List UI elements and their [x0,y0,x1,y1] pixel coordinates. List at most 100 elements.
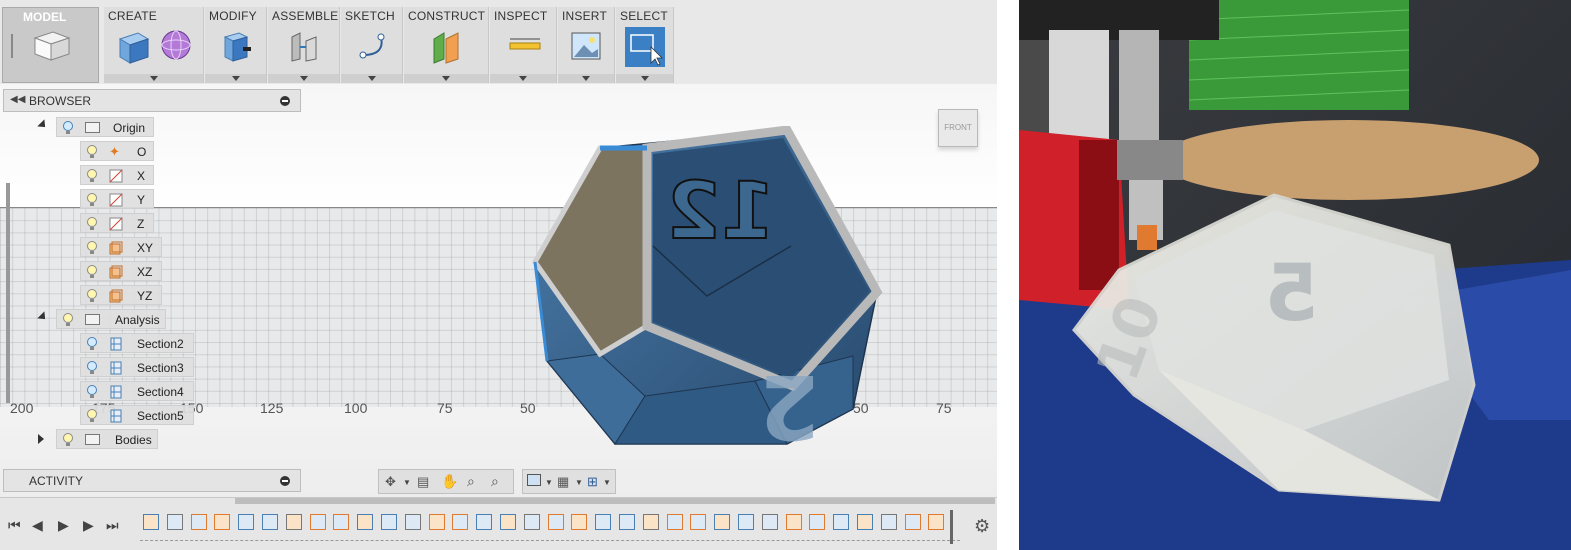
timeline-feature-icon[interactable] [333,514,350,530]
go-to-end-icon[interactable]: ⏭ [106,517,119,534]
visibility-bulb-icon[interactable] [63,121,73,134]
grid-dropdown-icon[interactable]: ▼ [575,478,583,487]
tree-node-y[interactable]: Y [80,189,154,209]
display-dropdown-icon[interactable]: ▼ [545,478,553,487]
tree-node-origin[interactable]: Origin [56,117,154,137]
visibility-bulb-icon[interactable] [87,217,97,230]
construct-menu[interactable]: CONSTRUCT [404,7,489,83]
modify-dropdown-arrow[interactable] [205,74,266,83]
timeline-feature-icon[interactable] [190,514,207,530]
timeline-feature-icon[interactable] [642,514,659,530]
tree-node-bodies[interactable]: Bodies [56,429,158,449]
select-menu[interactable]: SELECT [616,7,674,83]
insert-menu[interactable]: INSERT [558,7,615,83]
tree-node-section2[interactable]: Section2 [80,333,194,353]
timeline-feature-icon[interactable] [714,514,731,530]
assemble-dropdown-arrow[interactable] [268,74,339,83]
look-at-icon[interactable]: ▤ [417,474,429,490]
timeline-feature-icon[interactable] [928,514,945,530]
timeline-feature-icon[interactable] [595,514,612,530]
go-to-start-icon[interactable]: ⏮ [8,517,21,534]
timeline-feature-icon[interactable] [690,514,707,530]
timeline-feature-icon[interactable] [833,514,850,530]
offset-plane-icon[interactable] [430,29,464,65]
collapse-panel-icon[interactable]: ◀◀ [10,94,25,105]
timeline-feature-icon[interactable] [381,514,397,530]
orbit-dropdown-icon[interactable]: ▼ [403,478,411,487]
inspect-dropdown-arrow[interactable] [490,74,556,83]
timeline-feature-icon[interactable] [309,514,326,530]
insert-dropdown-arrow[interactable] [558,74,614,83]
timeline-feature-icon[interactable] [547,514,564,530]
tree-node-xz[interactable]: XZ [80,261,162,281]
timeline-feature-icon[interactable] [476,514,493,530]
visibility-bulb-icon[interactable] [87,385,97,398]
workspace-switcher-button[interactable]: MODEL [2,7,99,83]
zoom-icon[interactable]: ⌕ [467,473,475,490]
orbit-icon[interactable]: ✥ [385,474,396,490]
insert-image-icon[interactable] [570,31,602,61]
select-cursor-icon[interactable] [625,27,665,67]
select-dropdown-arrow[interactable] [616,74,673,83]
timeline-feature-icon[interactable] [761,514,778,530]
expand-panel-icon[interactable] [280,476,290,486]
grid-settings-icon[interactable]: ▦ [557,474,569,490]
timeline-feature-icon[interactable] [428,514,445,530]
timeline-settings-gear-icon[interactable]: ⚙ [974,516,990,537]
tree-node-o[interactable]: ✦ O [80,141,154,161]
inspect-menu[interactable]: INSPECT [490,7,557,83]
modify-menu[interactable]: MODIFY [205,7,267,83]
timeline-feature-icon[interactable] [214,514,231,530]
timeline-feature-icon[interactable] [262,514,278,530]
activity-panel-header[interactable]: ACTIVITY [3,469,301,492]
sketch-menu[interactable]: SKETCH [341,7,403,83]
viewports-icon[interactable]: ⊞ [587,474,598,490]
browser-panel-header[interactable]: ◀◀ BROWSER [3,89,301,112]
timeline-feature-icon[interactable] [880,514,897,530]
joint-icon[interactable] [288,29,322,63]
measure-icon[interactable] [508,37,542,53]
timeline-feature-icon[interactable] [238,514,255,530]
tree-node-xy[interactable]: XY [80,237,162,257]
timeline-feature-icon[interactable] [404,514,421,530]
timeline-feature-icon[interactable] [904,514,921,530]
visibility-bulb-icon[interactable] [87,169,97,182]
timeline-feature-icon[interactable] [500,514,516,530]
browser-scrollbar[interactable] [6,183,10,403]
pan-hand-icon[interactable]: ✋ [441,473,458,490]
step-forward-icon[interactable]: ▶ [58,517,69,534]
visibility-bulb-icon[interactable] [63,313,73,326]
play-icon[interactable]: ▶ [83,517,94,534]
tree-node-section4[interactable]: Section4 [80,381,194,401]
timeline-feature-icon[interactable] [357,514,374,530]
visibility-bulb-icon[interactable] [87,145,97,158]
fit-icon[interactable]: ⌕ [491,473,499,490]
assemble-menu[interactable]: ASSEMBLE [268,7,340,83]
timeline-feature-icon[interactable] [571,514,588,530]
expand-toggle-icon[interactable] [38,434,44,444]
step-back-icon[interactable]: ◀ [32,517,43,534]
sketch-arc-icon[interactable] [357,31,389,63]
viewports-dropdown-icon[interactable]: ▼ [603,478,611,487]
tree-node-x[interactable]: X [80,165,154,185]
display-settings-icon[interactable] [527,474,541,486]
timeline-feature-icon[interactable] [166,514,183,530]
timeline-feature-icon[interactable] [785,514,802,530]
visibility-bulb-icon[interactable] [87,337,97,350]
sketch-dropdown-arrow[interactable] [341,74,402,83]
tree-node-analysis[interactable]: Analysis [56,309,166,329]
sphere-form-icon[interactable] [160,29,192,61]
press-pull-icon[interactable] [221,29,253,65]
timeline-feature-icon[interactable] [809,514,826,530]
visibility-bulb-icon[interactable] [63,433,73,446]
tree-node-yz[interactable]: YZ [80,285,162,305]
tree-node-section3[interactable]: Section3 [80,357,194,377]
create-menu[interactable]: CREATE [104,7,204,83]
timeline-feature-icon[interactable] [452,514,469,530]
visibility-bulb-icon[interactable] [87,361,97,374]
tree-node-z[interactable]: Z [80,213,154,233]
create-dropdown-arrow[interactable] [104,74,203,83]
construct-dropdown-arrow[interactable] [404,74,488,83]
timeline-feature-icon[interactable] [857,514,873,530]
timeline-scrollbar[interactable] [235,498,995,504]
